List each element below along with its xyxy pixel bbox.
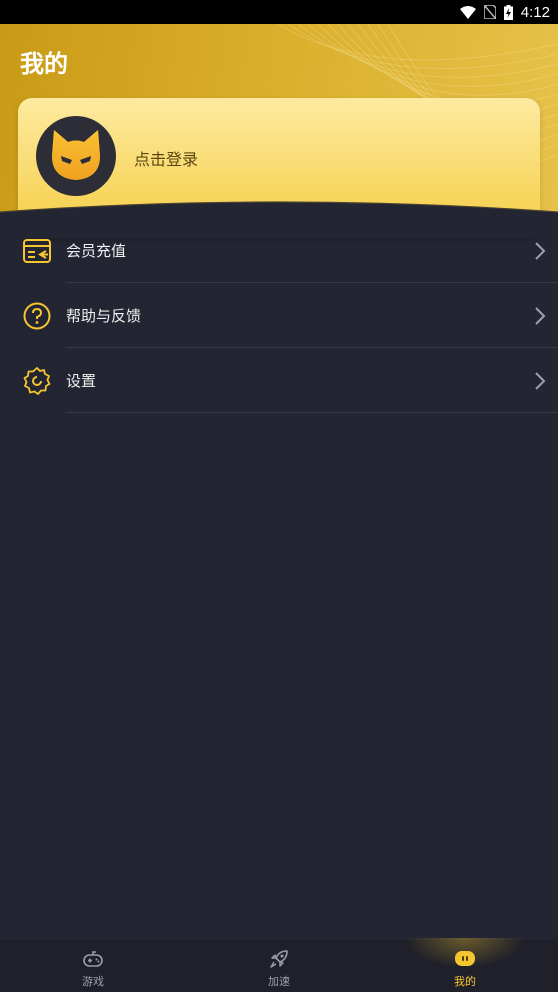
tab-label-games: 游戏 <box>82 975 104 988</box>
tab-label-mine: 我的 <box>454 975 476 988</box>
bottom-nav: 游戏 加速 我的 <box>0 940 558 992</box>
settings-menu: 会员充值 帮助与反馈 设置 <box>0 218 558 413</box>
clock-time: 4:12 <box>520 3 550 21</box>
status-bar: 4:12 <box>0 0 558 24</box>
tab-mine[interactable]: 我的 <box>372 940 558 992</box>
no-sim-icon <box>483 5 496 19</box>
menu-item-help-feedback[interactable]: 帮助与反馈 <box>0 283 558 348</box>
menu-label-settings: 设置 <box>66 372 97 390</box>
help-question-icon <box>22 301 52 331</box>
menu-divider <box>66 412 558 413</box>
menu-label-help-feedback: 帮助与反馈 <box>66 307 142 325</box>
profile-face-icon <box>454 948 476 970</box>
menu-item-settings[interactable]: 设置 <box>0 348 558 413</box>
tab-label-accelerate: 加速 <box>268 975 290 988</box>
battery-charging-icon <box>503 4 513 20</box>
menu-item-membership[interactable]: 会员充值 <box>0 218 558 283</box>
chevron-right-icon <box>535 306 546 325</box>
menu-label-membership: 会员充值 <box>66 242 127 260</box>
login-prompt[interactable]: 点击登录 <box>134 146 198 170</box>
chevron-right-icon <box>535 371 546 390</box>
gamepad-icon <box>82 948 104 970</box>
chevron-right-icon <box>535 241 546 260</box>
wifi-icon <box>459 5 476 19</box>
membership-card-icon <box>22 236 52 266</box>
tab-games[interactable]: 游戏 <box>0 940 186 992</box>
page-title: 我的 <box>20 50 68 78</box>
cat-avatar-icon[interactable] <box>36 116 116 196</box>
tab-accelerate[interactable]: 加速 <box>186 940 372 992</box>
screen: 4:12 我的 点击登录 会员充值 帮助与反馈 设置 游戏 加速 我的 <box>0 0 558 992</box>
settings-gear-icon <box>22 366 52 396</box>
rocket-icon <box>268 948 290 970</box>
